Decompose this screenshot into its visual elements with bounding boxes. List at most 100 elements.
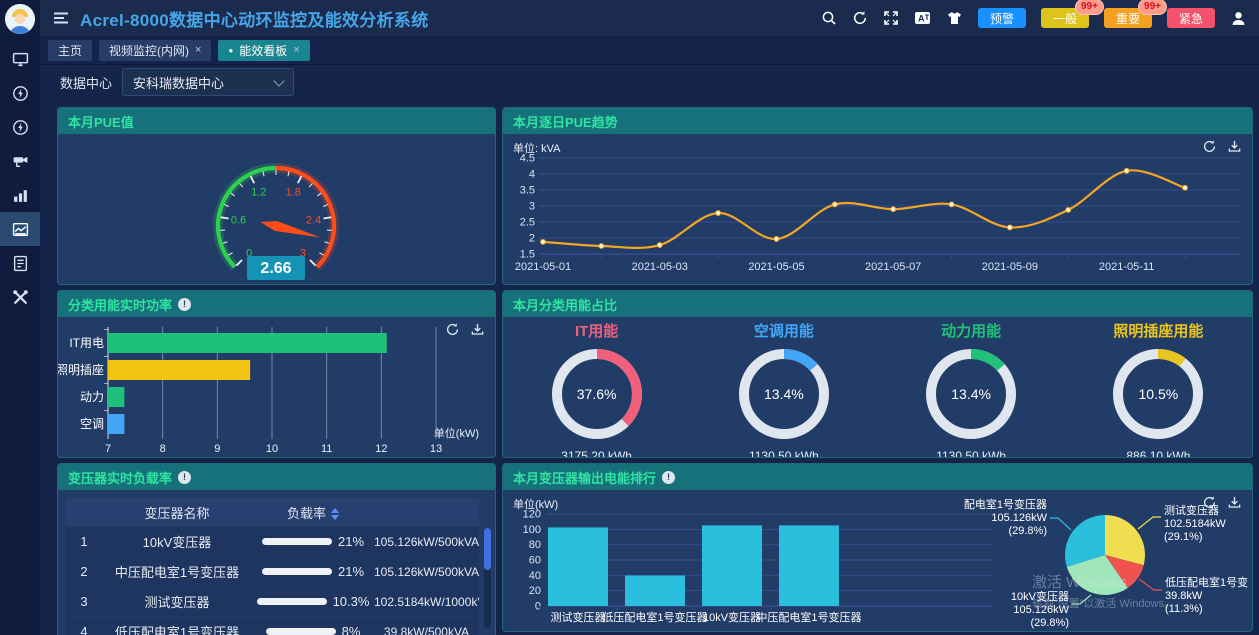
donut-value: 1130.50 kWh <box>690 449 877 458</box>
translate-icon[interactable]: A <box>914 10 931 26</box>
pue-trend-chart: 1.522.533.544.52021-05-012021-05-032021-… <box>503 134 1250 282</box>
download-icon[interactable] <box>1227 139 1242 154</box>
svg-text:3.5: 3.5 <box>520 185 535 197</box>
menu-toggle-icon[interactable] <box>52 10 70 26</box>
panel-title: 变压器实时负载率 <box>68 468 172 487</box>
sidebar-item-monitor[interactable] <box>0 42 40 76</box>
panel-realtime-power-header: 分类用能实时功率 ! <box>58 291 495 317</box>
sidebar-item-energy-alt[interactable] <box>0 110 40 144</box>
tab-home[interactable]: 主页 <box>48 40 92 61</box>
refresh-icon[interactable] <box>445 322 460 337</box>
table-scrollbar[interactable] <box>484 528 491 628</box>
donut-row: IT用能 37.6% 3175.20 kWh 空调用能 13.4% 1130.5… <box>503 317 1252 457</box>
alert-urgent-label: 紧急 <box>1179 12 1203 26</box>
alert-important-button[interactable]: 重要 99+ <box>1104 8 1152 28</box>
load-percent: 21% <box>338 564 364 579</box>
sidebar-item-report[interactable] <box>0 246 40 280</box>
svg-text:A: A <box>918 14 925 24</box>
svg-text:3: 3 <box>529 201 535 213</box>
svg-text:105.126kW: 105.126kW <box>1013 604 1069 616</box>
svg-text:9: 9 <box>214 443 220 455</box>
svg-text:测试变压器: 测试变压器 <box>551 610 606 624</box>
column-load[interactable]: 负载率 <box>252 503 374 522</box>
download-icon[interactable] <box>470 322 485 337</box>
donut-percent: 10.5% <box>1106 386 1210 402</box>
svg-text:2.5: 2.5 <box>520 217 535 229</box>
svg-text:IT用电: IT用电 <box>69 336 104 350</box>
output-rank-pie-chart: 测试变压器102.5184kW(29.1%)低压配电室1号变39.8kW(11.… <box>964 490 1252 629</box>
svg-text:(29.8%): (29.8%) <box>1008 525 1047 537</box>
tab-energy-board[interactable]: ● 能效看板 × <box>218 40 309 61</box>
table-row[interactable]: 4低压配电室1号变压器8%39.8kW/500kVA <box>66 617 479 635</box>
table-row[interactable]: 3测试变压器10.3%102.5184kW/1000kVA <box>66 587 479 616</box>
panel-transformer-load-header: 变压器实时负载率 ! <box>58 464 495 490</box>
info-icon[interactable]: ! <box>178 298 191 311</box>
panel-energy-share-header: 本月分类用能占比 <box>503 291 1252 317</box>
svg-text:低压配电室1号变压器: 低压配电室1号变压器 <box>602 610 707 624</box>
output-rank-bar-chart: 020406080100120测试变压器低压配电室1号变压器10kV变压器中压配… <box>503 490 1003 629</box>
alert-forewarn-button[interactable]: 预警 <box>978 8 1026 28</box>
load-bar-track <box>262 568 332 575</box>
search-icon[interactable] <box>821 10 837 26</box>
svg-text:10kV变压器: 10kV变压器 <box>1011 589 1069 603</box>
fullscreen-icon[interactable] <box>883 10 899 26</box>
sidebar-item-camera[interactable] <box>0 144 40 178</box>
sidebar-item-tools[interactable] <box>0 280 40 314</box>
trend-chart-icon <box>12 221 29 238</box>
sidebar-item-energy[interactable] <box>0 76 40 110</box>
unit-label: 单位: kVA <box>513 140 560 156</box>
refresh-icon[interactable] <box>852 10 868 26</box>
svg-text:12: 12 <box>375 443 387 455</box>
alert-important-label: 重要 <box>1116 12 1140 26</box>
download-icon[interactable] <box>1227 495 1242 510</box>
svg-text:39.8kW: 39.8kW <box>1165 590 1203 602</box>
info-icon[interactable]: ! <box>178 471 191 484</box>
donut-value: 886.10 kWh <box>1065 449 1252 458</box>
alert-general-button[interactable]: 一般 99+ <box>1041 8 1089 28</box>
info-icon[interactable]: ! <box>662 471 675 484</box>
top-bar: Acrel-8000数据中心动环监控及能效分析系统 A 预警 一般 99 <box>40 0 1259 36</box>
scrollbar-thumb[interactable] <box>484 528 491 570</box>
user-avatar[interactable] <box>5 4 35 34</box>
svg-text:空调: 空调 <box>80 417 104 431</box>
svg-text:102.5184kW: 102.5184kW <box>1164 518 1226 530</box>
refresh-icon[interactable] <box>1202 139 1217 154</box>
svg-text:40: 40 <box>529 570 541 582</box>
user-icon[interactable] <box>1230 10 1247 27</box>
row-index: 3 <box>66 594 102 609</box>
table-row[interactable]: 110kV变压器21%105.126kW/500kVA <box>66 527 479 556</box>
svg-text:(29.1%): (29.1%) <box>1164 531 1203 543</box>
load-percent: 10.3% <box>333 594 370 609</box>
tools-icon <box>12 289 29 306</box>
column-name: 变压器名称 <box>102 503 252 522</box>
svg-text:7: 7 <box>105 443 111 455</box>
sidebar <box>0 0 40 635</box>
panel-transformer-load: 变压器实时负载率 ! 变压器名称 负载率 110kV变压器21%105.126k… <box>57 463 496 635</box>
tab-bar: 主页 视频监控(内网) × ● 能效看板 × <box>40 36 1259 65</box>
top-actions: A 预警 一般 99+ 重要 99+ 紧急 <box>821 8 1247 28</box>
refresh-icon[interactable] <box>1202 495 1217 510</box>
svg-text:100: 100 <box>523 524 541 536</box>
donut-ac-energy: 空调用能 13.4% 1130.50 kWh <box>690 317 877 457</box>
alert-general-badge: 99+ <box>1075 0 1104 15</box>
sidebar-item-trend-chart[interactable] <box>0 212 40 246</box>
panel-title: 本月逐日PUE趋势 <box>513 112 618 131</box>
svg-text:8: 8 <box>160 443 166 455</box>
sidebar-item-bar-chart[interactable] <box>0 178 40 212</box>
close-icon[interactable]: × <box>195 44 201 56</box>
theme-icon[interactable] <box>946 10 963 26</box>
svg-text:11: 11 <box>321 443 332 455</box>
transformer-name: 测试变压器 <box>102 592 252 611</box>
alert-urgent-button[interactable]: 紧急 <box>1167 8 1215 28</box>
table-row[interactable]: 2中压配电室1号变压器21%105.126kW/500kVA <box>66 557 479 586</box>
report-icon <box>12 255 29 272</box>
sort-icon[interactable] <box>331 508 339 520</box>
datacenter-select[interactable]: 安科瑞数据中心 <box>122 68 294 96</box>
table-header-row: 变压器名称 负载率 <box>66 498 479 526</box>
tab-video-monitor[interactable]: 视频监控(内网) × <box>99 40 211 61</box>
panel-title: 分类用能实时功率 <box>68 295 172 314</box>
svg-text:(11.3%): (11.3%) <box>1165 603 1203 615</box>
svg-text:1.2: 1.2 <box>251 187 266 199</box>
close-icon[interactable]: × <box>293 44 299 56</box>
table-body: 110kV变压器21%105.126kW/500kVA2中压配电室1号变压器21… <box>66 527 479 635</box>
